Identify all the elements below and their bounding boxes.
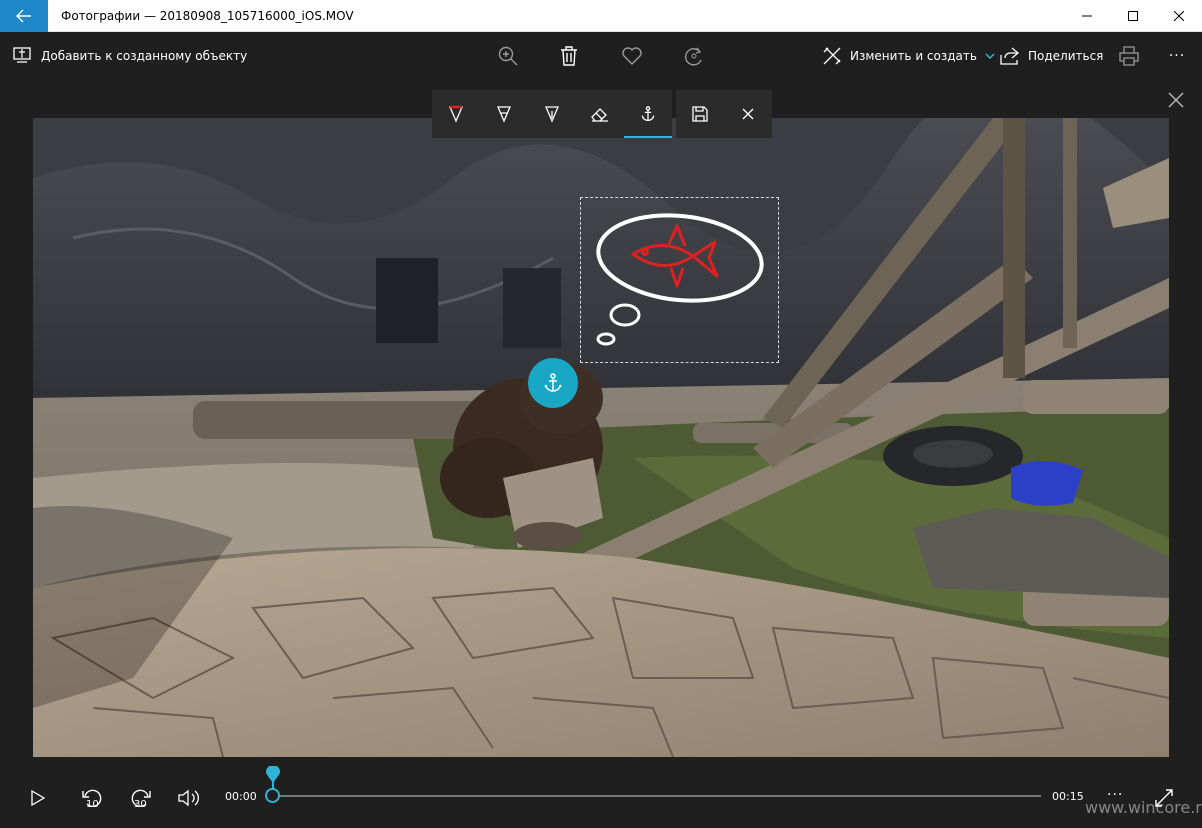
close-editor-button[interactable]	[1162, 86, 1190, 114]
skip-back-button[interactable]: 10	[72, 778, 112, 818]
back-button[interactable]	[0, 0, 48, 32]
add-to-creation-button[interactable]: Добавить к созданному объекту	[13, 32, 247, 80]
trash-icon	[561, 46, 577, 66]
edit-create-label: Изменить и создать	[850, 49, 977, 63]
share-label: Поделиться	[1028, 49, 1104, 63]
pencil-icon	[497, 106, 511, 123]
close-icon	[1168, 92, 1184, 108]
minimize-button[interactable]	[1064, 0, 1110, 32]
back-arrow-icon	[16, 9, 31, 23]
rotate-button[interactable]	[674, 32, 714, 80]
skip-forward-button[interactable]: 30	[121, 778, 161, 818]
total-time: 00:15	[1052, 790, 1084, 803]
play-icon	[31, 790, 45, 806]
title-bar: Фотографии — 20180908_105716000_iOS.MOV	[0, 0, 1202, 32]
eraser-icon	[591, 108, 608, 122]
calligraphy-pen-button[interactable]	[528, 90, 576, 138]
save-ink-button[interactable]	[676, 90, 724, 138]
minimize-icon	[1082, 15, 1092, 17]
anchor-tool-button[interactable]	[624, 90, 672, 138]
more-button[interactable]: ···	[1157, 32, 1197, 80]
play-button[interactable]	[18, 778, 58, 818]
close-icon	[742, 108, 754, 120]
skip-back-label: 10	[86, 799, 99, 810]
chevron-down-icon	[985, 53, 995, 59]
printer-icon	[1119, 46, 1139, 66]
cancel-ink-button[interactable]	[724, 90, 772, 138]
calligraphy-pen-icon	[545, 106, 559, 123]
eraser-button[interactable]	[576, 90, 624, 138]
save-icon	[692, 106, 708, 122]
ink-selection-box[interactable]	[580, 197, 779, 363]
close-window-button[interactable]	[1156, 0, 1202, 32]
edit-create-button[interactable]: Изменить и создать	[822, 32, 995, 80]
delete-button[interactable]	[549, 32, 589, 80]
current-time: 00:00	[225, 790, 257, 803]
anchor-tool-icon	[641, 106, 655, 121]
edit-create-icon	[823, 47, 841, 65]
ink-toolbar	[432, 90, 772, 138]
seek-thumb[interactable]	[265, 788, 280, 803]
rotate-icon	[685, 47, 702, 66]
pencil-button[interactable]	[480, 90, 528, 138]
volume-icon	[178, 789, 199, 807]
favorite-button[interactable]	[612, 32, 652, 80]
print-button[interactable]	[1109, 32, 1149, 80]
volume-button[interactable]	[169, 778, 209, 818]
anchor-button[interactable]	[528, 358, 578, 408]
command-bar: Добавить к созданному объекту Изменить и…	[0, 32, 1202, 80]
maximize-button[interactable]	[1110, 0, 1156, 32]
anchor-icon	[544, 373, 562, 392]
watermark: www.wincore.ru	[1085, 798, 1202, 817]
zoom-button[interactable]	[488, 32, 528, 80]
add-to-creation-icon	[13, 47, 31, 63]
seek-pin-icon[interactable]	[264, 766, 282, 784]
maximize-icon	[1128, 11, 1138, 21]
playback-bar: 10 30 00:00 00:15 ··· www.wincore.ru	[0, 766, 1202, 828]
share-button[interactable]: Поделиться	[1000, 32, 1103, 80]
skip-forward-label: 30	[134, 799, 147, 810]
window-title: Фотографии — 20180908_105716000_iOS.MOV	[61, 9, 354, 23]
close-icon	[1174, 11, 1184, 21]
heart-icon	[622, 47, 642, 65]
share-icon	[1000, 47, 1020, 65]
zoom-in-icon	[498, 46, 518, 66]
add-to-creation-label: Добавить к созданному объекту	[41, 49, 248, 63]
ink-tools-group	[432, 90, 672, 138]
seek-track[interactable]	[273, 795, 1041, 797]
ballpoint-pen-icon	[449, 105, 463, 123]
ballpoint-pen-button[interactable]	[432, 90, 480, 138]
ink-actions-group	[676, 90, 772, 138]
